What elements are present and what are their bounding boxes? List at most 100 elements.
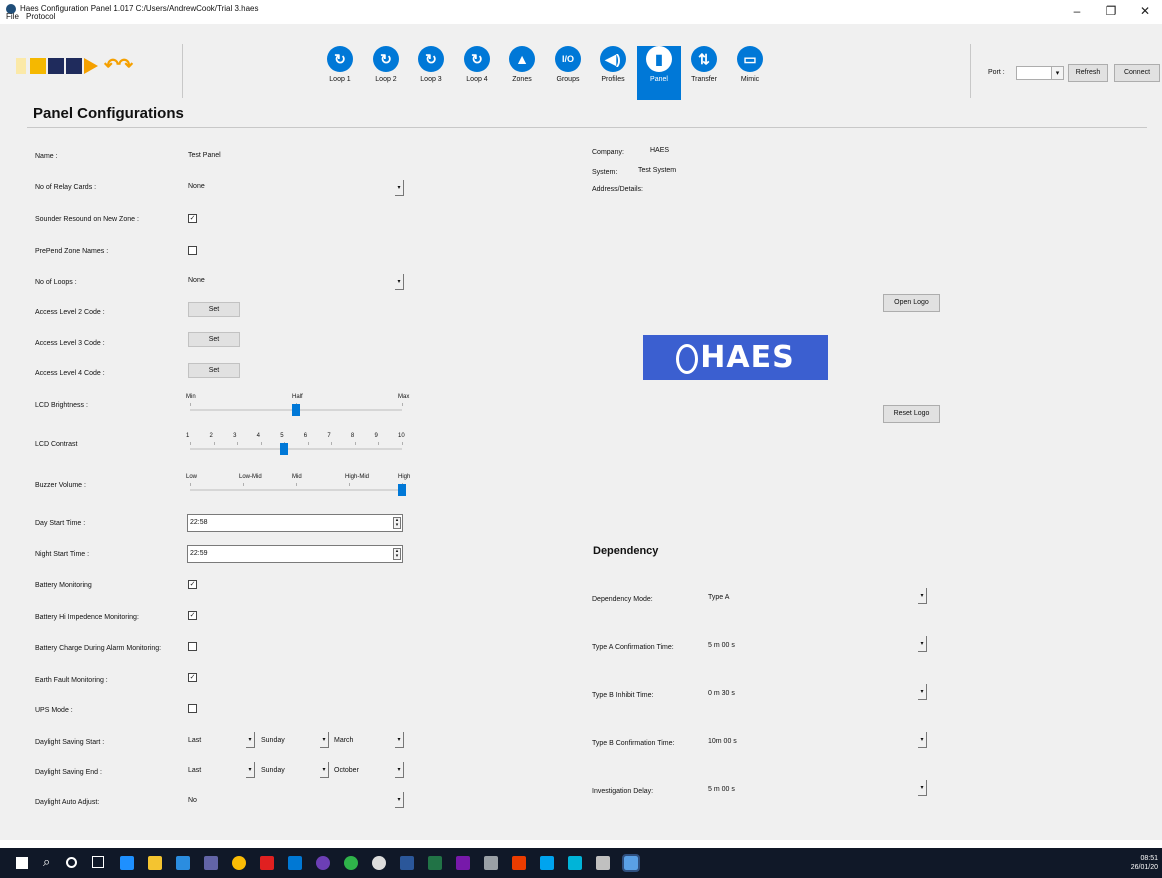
relay-cards-dropdown[interactable]: ▾	[395, 180, 404, 196]
nav-mimic-button[interactable]: ▭ Mimic	[728, 46, 772, 100]
minimize-button[interactable]: –	[1062, 2, 1092, 20]
access-level-4-set-button[interactable]: Set	[188, 363, 240, 378]
type-b-confirmation-value[interactable]: 10m 00 s	[708, 738, 737, 745]
slider-thumb[interactable]	[292, 404, 300, 416]
app-icon-green[interactable]	[344, 856, 358, 870]
paint-icon[interactable]	[596, 856, 610, 870]
loops-value[interactable]: None	[188, 277, 205, 284]
spinner-icon[interactable]: ▴ ▾	[393, 548, 401, 560]
cortana-icon[interactable]	[66, 857, 77, 868]
search-icon[interactable]: ⌕	[43, 854, 50, 870]
access-level-3-set-button[interactable]: Set	[188, 332, 240, 347]
edge-icon[interactable]	[120, 856, 134, 870]
excel-icon[interactable]	[428, 856, 442, 870]
office-icon[interactable]	[512, 856, 526, 870]
word-icon[interactable]	[400, 856, 414, 870]
open-logo-button[interactable]: Open Logo	[883, 294, 940, 312]
skype-icon[interactable]	[568, 856, 582, 870]
slider-thumb[interactable]	[280, 443, 289, 455]
dst-start-day-dropdown[interactable]: ▾	[320, 732, 329, 748]
dst-start-week-dropdown[interactable]: ▾	[246, 732, 255, 748]
dst-end-week-dropdown[interactable]: ▾	[246, 762, 255, 778]
app-icon-misc[interactable]	[484, 856, 498, 870]
battery-hi-impedance-checkbox[interactable]: ✓	[188, 611, 197, 620]
app-icon-purple[interactable]	[316, 856, 330, 870]
name-value[interactable]: Test Panel	[188, 152, 221, 159]
nav-zones-button[interactable]: ▲ Zones	[500, 46, 544, 100]
dst-start-month[interactable]: March	[334, 737, 353, 744]
system-value[interactable]: Test System	[638, 167, 676, 174]
file-explorer-icon[interactable]	[148, 856, 162, 870]
acrobat-icon[interactable]	[260, 856, 274, 870]
port-select[interactable]: ▾	[1016, 66, 1064, 80]
nav-profiles-button[interactable]: ◀) Profiles	[591, 46, 635, 100]
chrome-icon[interactable]	[232, 856, 246, 870]
dst-auto-dropdown[interactable]: ▾	[395, 792, 404, 808]
dst-end-month-dropdown[interactable]: ▾	[395, 762, 404, 778]
nav-loop-2-button[interactable]: ↻ Loop 2	[364, 46, 408, 100]
undo-icon[interactable]: ↶	[104, 55, 119, 76]
slider-track[interactable]	[190, 489, 402, 491]
onenote-icon[interactable]	[456, 856, 470, 870]
outlook-icon[interactable]	[288, 856, 302, 870]
task-view-icon[interactable]	[92, 856, 104, 868]
access-level-2-set-button[interactable]: Set	[188, 302, 240, 317]
dependency-mode-value[interactable]: Type A	[708, 594, 729, 601]
redo-icon[interactable]: ↷	[118, 55, 133, 76]
reset-logo-button[interactable]: Reset Logo	[883, 405, 940, 423]
battery-charge-checkbox[interactable]	[188, 642, 197, 651]
nav-loop-1-button[interactable]: ↻ Loop 1	[318, 46, 362, 100]
dst-auto-value[interactable]: No	[188, 797, 197, 804]
investigation-delay-dropdown[interactable]: ▾	[918, 780, 927, 796]
investigation-delay-value[interactable]: 5 m 00 s	[708, 786, 735, 793]
windows-start-icon[interactable]	[16, 857, 28, 869]
nav-loop-3-button[interactable]: ↻ Loop 3	[409, 46, 453, 100]
store-icon[interactable]	[176, 856, 190, 870]
type-b-confirmation-dropdown[interactable]: ▾	[918, 732, 927, 748]
type-b-inhibit-value[interactable]: 0 m 30 s	[708, 690, 735, 697]
battery-monitoring-checkbox[interactable]: ✓	[188, 580, 197, 589]
company-value[interactable]: HAES	[650, 147, 669, 154]
refresh-button[interactable]: Refresh	[1068, 64, 1108, 82]
prepend-zone-checkbox[interactable]	[188, 246, 197, 255]
menu-protocol[interactable]: Protocol	[26, 12, 55, 21]
teams-icon[interactable]	[204, 856, 218, 870]
ups-mode-checkbox[interactable]	[188, 704, 197, 713]
spinner-icon[interactable]: ▴ ▾	[393, 517, 401, 529]
nav-loop-4-button[interactable]: ↻ Loop 4	[455, 46, 499, 100]
slider-thumb[interactable]	[398, 484, 406, 496]
haes-app-icon[interactable]	[622, 854, 640, 872]
dst-end-day-dropdown[interactable]: ▾	[320, 762, 329, 778]
night-start-input[interactable]: 22:59 ▴ ▾	[187, 545, 403, 563]
sounder-resound-checkbox[interactable]: ✓	[188, 214, 197, 223]
connect-button[interactable]: Connect	[1114, 64, 1160, 82]
relay-cards-value[interactable]: None	[188, 183, 205, 190]
type-a-confirmation-dropdown[interactable]: ▾	[918, 636, 927, 652]
open-folder-icon[interactable]	[30, 58, 46, 74]
type-b-inhibit-dropdown[interactable]: ▾	[918, 684, 927, 700]
dst-end-day[interactable]: Sunday	[261, 767, 285, 774]
dst-end-week[interactable]: Last	[188, 767, 201, 774]
dst-start-month-dropdown[interactable]: ▾	[395, 732, 404, 748]
lcd-contrast-slider[interactable]: 1 2 3 4 5 6 7 8 9 10	[186, 433, 405, 459]
nav-panel-button[interactable]: ▮ Panel	[637, 46, 681, 100]
nav-transfer-button[interactable]: ⇅ Transfer	[682, 46, 726, 100]
nav-groups-button[interactable]: I/O Groups	[546, 46, 590, 100]
app-icon-blue[interactable]	[540, 856, 554, 870]
loops-dropdown[interactable]: ▾	[395, 274, 404, 290]
menu-file[interactable]: File	[6, 12, 19, 21]
app-icon-grey[interactable]	[372, 856, 386, 870]
earth-fault-checkbox[interactable]: ✓	[188, 673, 197, 682]
dst-end-month[interactable]: October	[334, 767, 359, 774]
dst-start-day[interactable]: Sunday	[261, 737, 285, 744]
buzzer-volume-slider[interactable]: Low Low-Mid Mid High-Mid High	[186, 474, 410, 500]
close-button[interactable]: ✕	[1130, 2, 1160, 20]
maximize-button[interactable]: ❐	[1096, 2, 1126, 20]
dst-start-week[interactable]: Last	[188, 737, 201, 744]
type-a-confirmation-value[interactable]: 5 m 00 s	[708, 642, 735, 649]
dependency-mode-dropdown[interactable]: ▾	[918, 588, 927, 604]
lcd-brightness-slider[interactable]: Min Half Max	[186, 394, 409, 420]
new-file-icon[interactable]	[16, 58, 26, 74]
save-icon[interactable]	[48, 58, 64, 74]
save-as-icon[interactable]	[66, 58, 82, 74]
